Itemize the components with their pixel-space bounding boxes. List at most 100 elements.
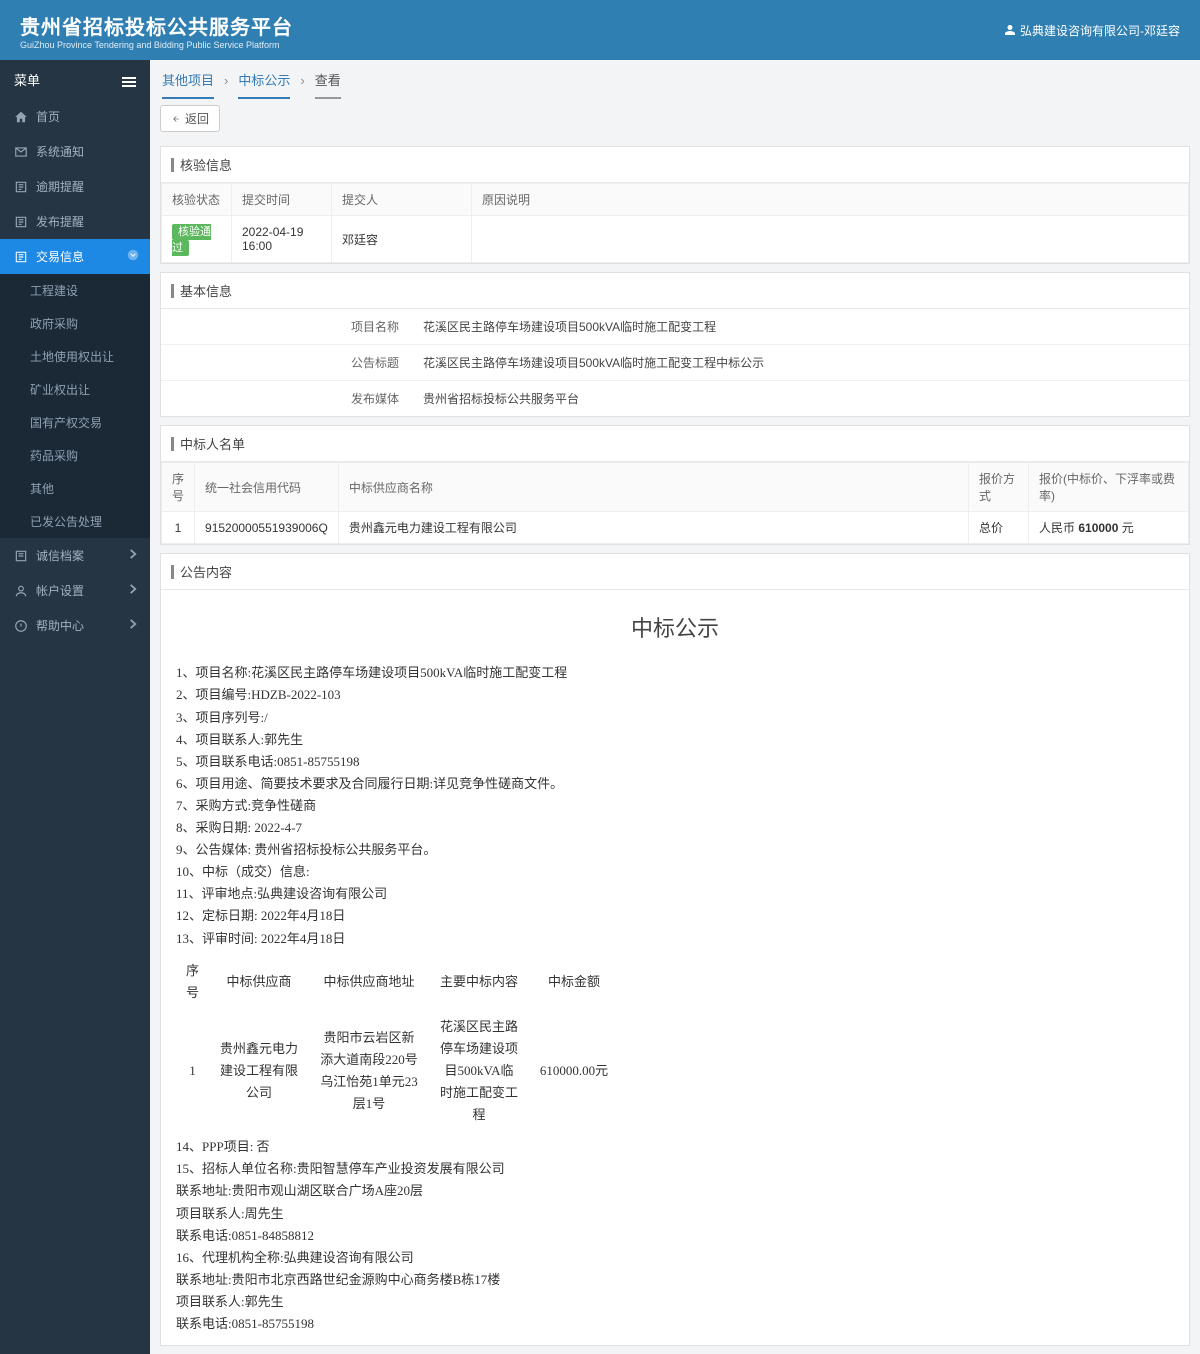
verify-time: 2022-04-19 16:00 [232, 216, 332, 263]
panel-verify-title: 核验信息 [161, 147, 1189, 183]
it-c1: 贵州鑫元电力建设工程有限公司 [209, 1010, 309, 1132]
sidebar-item-label: 帮助中心 [36, 617, 84, 634]
sidebar-item-label: 逾期提醒 [36, 178, 84, 195]
verify-col-reason: 原因说明 [472, 184, 1189, 216]
main-content: 其他项目 › 中标公示 › 查看 返回 核验信息 核验状态 提交时间 提交人 原… [150, 60, 1200, 1354]
win-name: 贵州鑫元电力建设工程有限公司 [338, 512, 968, 544]
basic-label: 公告标题 [161, 345, 411, 380]
winner-row: 1 91520000551939006Q 贵州鑫元电力建设工程有限公司 总价 人… [162, 512, 1189, 544]
breadcrumb-item-1[interactable]: 其他项目 [162, 70, 214, 99]
it-h0: 序号 [176, 954, 209, 1010]
basic-label: 项目名称 [161, 309, 411, 344]
sidebar-item-label: 交易信息 [36, 248, 84, 265]
content-line: 5、项目联系电话:0851-85755198 [176, 751, 1174, 773]
it-row: 1 贵州鑫元电力建设工程有限公司 贵阳市云岩区新添大道南段220号乌江怡苑1单元… [176, 1010, 619, 1132]
sidebar-item-label: 诚信档案 [36, 547, 84, 564]
chevron-right-icon [126, 547, 140, 564]
verify-col-time: 提交时间 [232, 184, 332, 216]
sidebar-item-3[interactable]: 发布提醒 [0, 204, 150, 239]
app-header: 贵州省招标投标公共服务平台 GuiZhou Province Tendering… [0, 0, 1200, 60]
status-badge: 核验通过 [172, 224, 211, 256]
brand: 贵州省招标投标公共服务平台 GuiZhou Province Tendering… [20, 11, 293, 50]
sidebar-item-2[interactable]: 逾期提醒 [0, 169, 150, 204]
sidebar-item-label: 发布提醒 [36, 213, 84, 230]
content-line: 13、评审时间: 2022年4月18日 [176, 928, 1174, 950]
panel-winners: 中标人名单 序号 统一社会信用代码 中标供应商名称 报价方式 报价(中标价、下浮… [160, 425, 1190, 545]
it-c4: 610000.00元 [529, 1010, 619, 1132]
basic-label: 发布媒体 [161, 381, 411, 416]
content-line: 2、项目编号:HDZB-2022-103 [176, 684, 1174, 706]
chevron-right-icon [126, 582, 140, 599]
sub-item-6[interactable]: 其他 [0, 472, 150, 505]
content-tail: 14、PPP项目: 否15、招标人单位名称:贵阳智慧停车产业投资发展有限公司联系… [176, 1136, 1174, 1335]
verify-col-status: 核验状态 [162, 184, 232, 216]
sub-item-4[interactable]: 国有产权交易 [0, 406, 150, 439]
content-line: 9、公告媒体: 贵州省招标投标公共服务平台。 [176, 839, 1174, 861]
panel-basic: 基本信息 项目名称花溪区民主路停车场建设项目500kVA临时施工配变工程公告标题… [160, 272, 1190, 417]
content-line: 4、项目联系人:郭先生 [176, 729, 1174, 751]
content-line: 14、PPP项目: 否 [176, 1136, 1174, 1158]
it-c2: 贵阳市云岩区新添大道南段220号乌江怡苑1单元23层1号 [309, 1010, 429, 1132]
breadcrumb-sep: › [300, 73, 304, 96]
verify-table: 核验状态 提交时间 提交人 原因说明 核验通过 2022-04-19 16:00… [161, 183, 1189, 263]
panel-content: 公告内容 中标公示 1、项目名称:花溪区民主路停车场建设项目500kVA临时施工… [160, 553, 1190, 1346]
breadcrumb: 其他项目 › 中标公示 › 查看 [150, 60, 1200, 99]
win-col-no: 序号 [162, 463, 195, 512]
it-h1: 中标供应商 [209, 954, 309, 1010]
content-line: 联系电话:0851-84858812 [176, 1225, 1174, 1247]
sidebar-title-label: 菜单 [14, 70, 40, 89]
sub-item-7[interactable]: 已发公告处理 [0, 505, 150, 538]
verify-row: 核验通过 2022-04-19 16:00 邓廷容 [162, 216, 1189, 263]
chevron-down-icon [126, 248, 140, 265]
sidebar-item-0[interactable]: 首页 [0, 99, 150, 134]
sidebar: 菜单 首页系统通知逾期提醒发布提醒交易信息工程建设政府采购土地使用权出让矿业权出… [0, 60, 150, 1354]
sub-item-0[interactable]: 工程建设 [0, 274, 150, 307]
it-h4: 中标金额 [529, 954, 619, 1010]
verify-person: 邓廷容 [332, 216, 472, 263]
sidebar-item-7[interactable]: 帮助中心 [0, 608, 150, 643]
content-line: 联系电话:0851-85755198 [176, 1313, 1174, 1335]
content-line: 15、招标人单位名称:贵阳智慧停车产业投资发展有限公司 [176, 1158, 1174, 1180]
sidebar-item-6[interactable]: 帐户设置 [0, 573, 150, 608]
breadcrumb-sep: › [224, 73, 228, 96]
content-lines: 1、项目名称:花溪区民主路停车场建设项目500kVA临时施工配变工程2、项目编号… [176, 662, 1174, 949]
panel-verify: 核验信息 核验状态 提交时间 提交人 原因说明 核验通过 2022-04-19 … [160, 146, 1190, 264]
sub-item-3[interactable]: 矿业权出让 [0, 373, 150, 406]
verify-col-person: 提交人 [332, 184, 472, 216]
user-info[interactable]: 弘典建设咨询有限公司-邓廷容 [1004, 22, 1180, 39]
it-c0: 1 [176, 1010, 209, 1132]
content-line: 12、定标日期: 2022年4月18日 [176, 905, 1174, 927]
back-button[interactable]: 返回 [160, 105, 220, 132]
sub-nav: 工程建设政府采购土地使用权出让矿业权出让国有产权交易药品采购其他已发公告处理 [0, 274, 150, 538]
breadcrumb-item-2[interactable]: 中标公示 [238, 70, 290, 99]
content-line: 项目联系人:周先生 [176, 1203, 1174, 1225]
content-line: 8、采购日期: 2022-4-7 [176, 817, 1174, 839]
it-h3: 主要中标内容 [429, 954, 529, 1010]
basic-row-2: 发布媒体贵州省招标投标公共服务平台 [161, 381, 1189, 416]
announcement-body: 中标公示 1、项目名称:花溪区民主路停车场建设项目500kVA临时施工配变工程2… [161, 590, 1189, 1345]
panel-basic-title: 基本信息 [161, 273, 1189, 309]
content-line: 11、评审地点:弘典建设咨询有限公司 [176, 883, 1174, 905]
sidebar-item-1[interactable]: 系统通知 [0, 134, 150, 169]
sub-item-5[interactable]: 药品采购 [0, 439, 150, 472]
sub-item-2[interactable]: 土地使用权出让 [0, 340, 150, 373]
app-subtitle: GuiZhou Province Tendering and Bidding P… [20, 40, 293, 50]
menu-toggle-icon[interactable] [122, 75, 136, 85]
content-line: 1、项目名称:花溪区民主路停车场建设项目500kVA临时施工配变工程 [176, 662, 1174, 684]
app-title: 贵州省招标投标公共服务平台 [20, 11, 293, 40]
content-line: 联系地址:贵阳市观山湖区联合广场A座20层 [176, 1180, 1174, 1202]
basic-row-1: 公告标题花溪区民主路停车场建设项目500kVA临时施工配变工程中标公示 [161, 345, 1189, 381]
sidebar-item-5[interactable]: 诚信档案 [0, 538, 150, 573]
sidebar-item-4[interactable]: 交易信息 [0, 239, 150, 274]
panel-winners-title: 中标人名单 [161, 426, 1189, 462]
bid-inner-table: 序号 中标供应商 中标供应商地址 主要中标内容 中标金额 1 贵州鑫元电力建设工… [176, 954, 619, 1133]
sidebar-header: 菜单 [0, 60, 150, 99]
sidebar-item-label: 首页 [36, 108, 60, 125]
chevron-right-icon [126, 617, 140, 634]
win-method: 总价 [969, 512, 1029, 544]
sub-item-1[interactable]: 政府采购 [0, 307, 150, 340]
toolbar: 返回 [150, 99, 1200, 138]
basic-info-rows: 项目名称花溪区民主路停车场建设项目500kVA临时施工配变工程公告标题花溪区民主… [161, 309, 1189, 416]
sidebar-item-label: 系统通知 [36, 143, 84, 160]
winners-table: 序号 统一社会信用代码 中标供应商名称 报价方式 报价(中标价、下浮率或费率) … [161, 462, 1189, 544]
